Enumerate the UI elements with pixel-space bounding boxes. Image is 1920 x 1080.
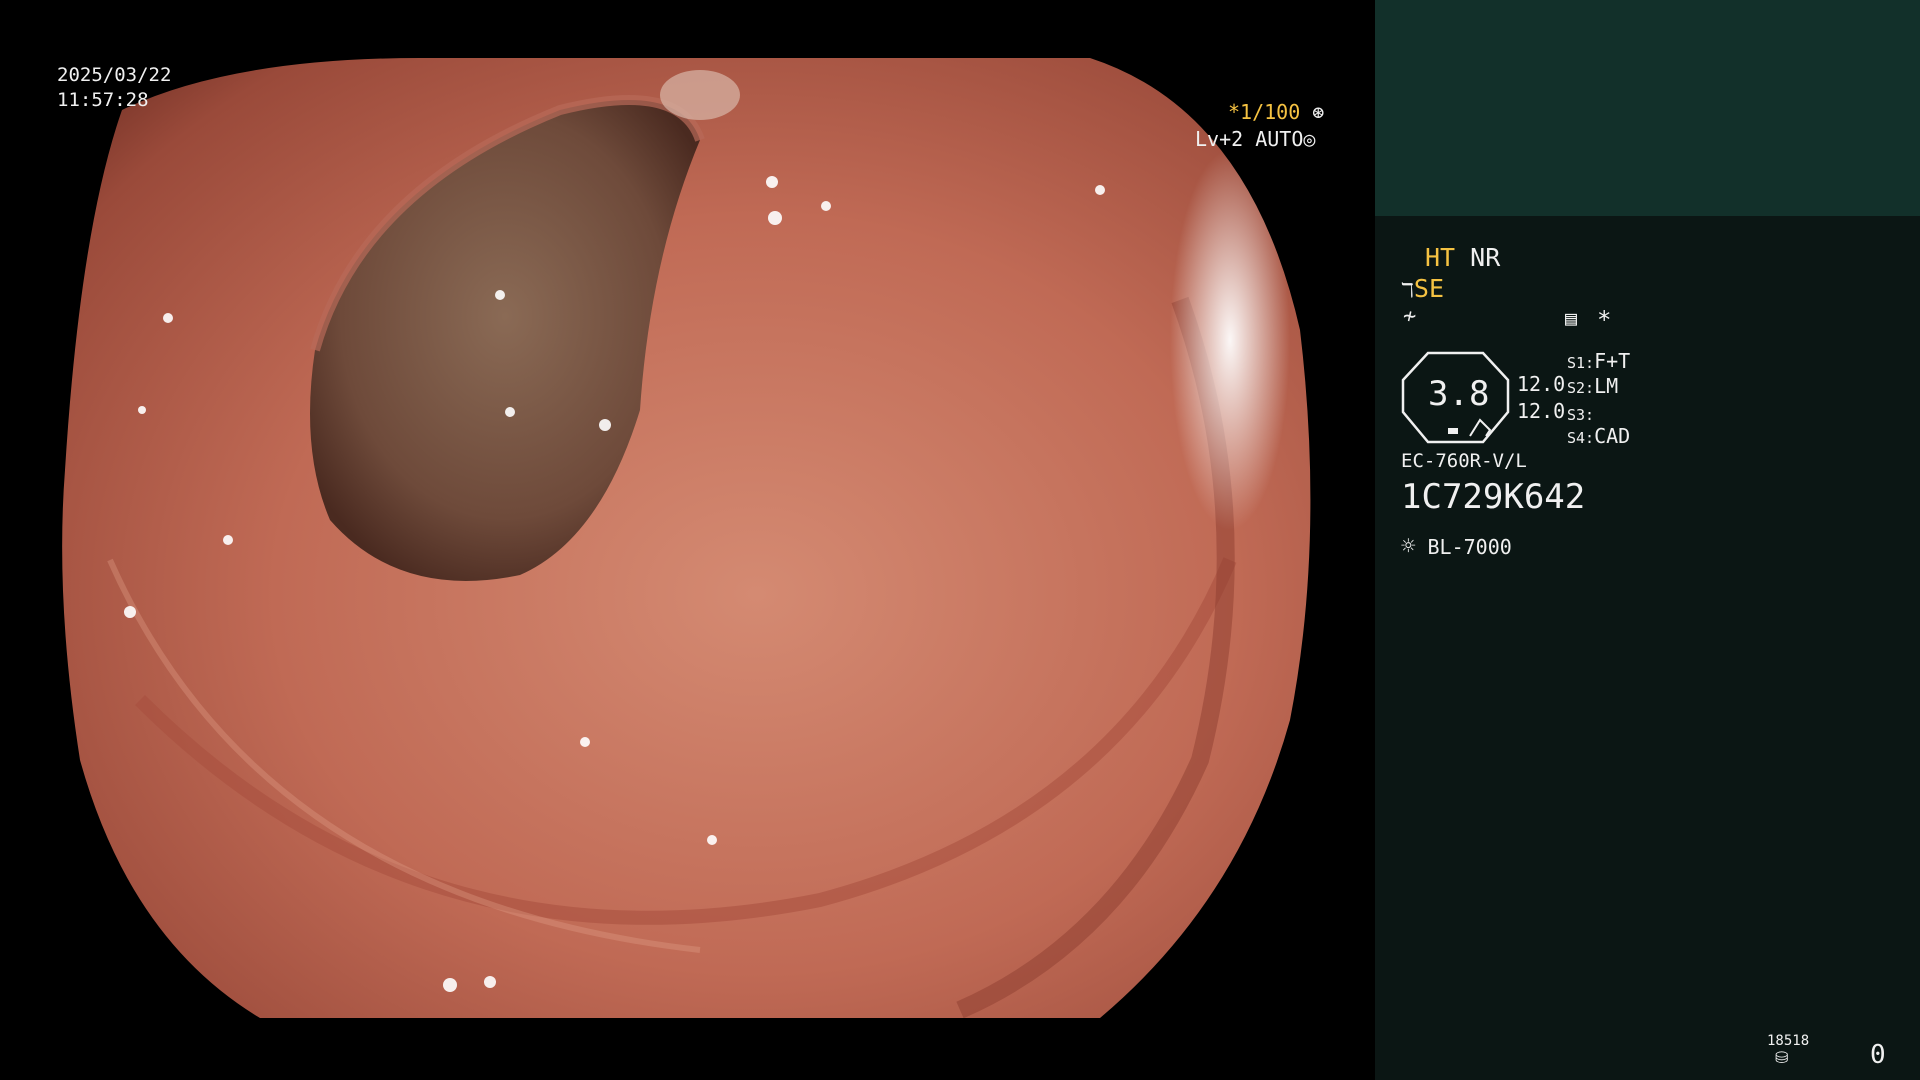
shutter-value: *1/100 (1228, 100, 1301, 124)
nr-label: NR (1470, 243, 1501, 272)
light-icon: ☼ (1401, 532, 1416, 560)
switch-key: S3: (1567, 406, 1595, 424)
shutter-label: *1/100 ⊛ (1228, 100, 1324, 124)
panel-header-area (1375, 0, 1920, 216)
value-1: 12.0 (1517, 372, 1566, 396)
counter-label: 18518 (1767, 1033, 1810, 1049)
brightness-label: Lv+2 AUTO◎ (1195, 127, 1315, 151)
scope-serial: 1C729K642 (1401, 477, 1586, 517)
zoom-value: 3.8 (1428, 374, 1490, 414)
date-label: 2025/03/22 (57, 64, 172, 86)
scope-model: EC-760R-V/L (1401, 450, 1527, 472)
image-count: 0 (1870, 1040, 1886, 1070)
endoscope-image (62, 58, 1311, 1018)
se-row: ℸSE (1401, 274, 1444, 303)
level-value: Lv+2 (1195, 127, 1244, 151)
switch-value: CAD (1594, 424, 1631, 448)
switch-s2: S2:LM (1567, 374, 1618, 398)
freeze-icon: ≁ (1403, 304, 1417, 329)
time-label: 11:57:28 (57, 89, 149, 111)
se-label: SE (1413, 274, 1444, 303)
ht-label: HT (1425, 243, 1456, 272)
storage-icon: ⛁ (1775, 1048, 1789, 1067)
star-label: * (1597, 306, 1612, 334)
structure-icon: ℸ (1401, 278, 1414, 302)
iris-icon: ◎ (1303, 127, 1316, 151)
switch-value: F+T (1594, 349, 1631, 373)
switch-s3: S3: (1567, 401, 1594, 425)
switch-key: S1: (1567, 354, 1595, 372)
endoscope-view: 2025/03/22 11:57:28 *1/100 ⊛ Lv+2 AUTO◎ (0, 0, 1375, 1080)
light-source-label: BL-7000 (1427, 535, 1512, 559)
menu-icon: ▤ (1565, 306, 1578, 330)
shutter-icon: ⊛ (1312, 100, 1325, 124)
value-2: 12.0 (1517, 399, 1566, 423)
switch-key: S2: (1567, 379, 1595, 397)
switch-s1: S1:F+T (1567, 349, 1630, 373)
info-panel: HT NR ℸSE ≁ ▤ * 3.8 12.0 12.0 S1:F+T S2:… (1375, 0, 1920, 1080)
iris-value: AUTO (1255, 127, 1304, 151)
enhancement-row: HT NR (1425, 243, 1500, 272)
switch-value: LM (1594, 374, 1619, 398)
switch-s4: S4:CAD (1567, 424, 1630, 448)
light-source-row: ☼ BL-7000 (1401, 532, 1512, 560)
switch-key: S4: (1567, 429, 1595, 447)
